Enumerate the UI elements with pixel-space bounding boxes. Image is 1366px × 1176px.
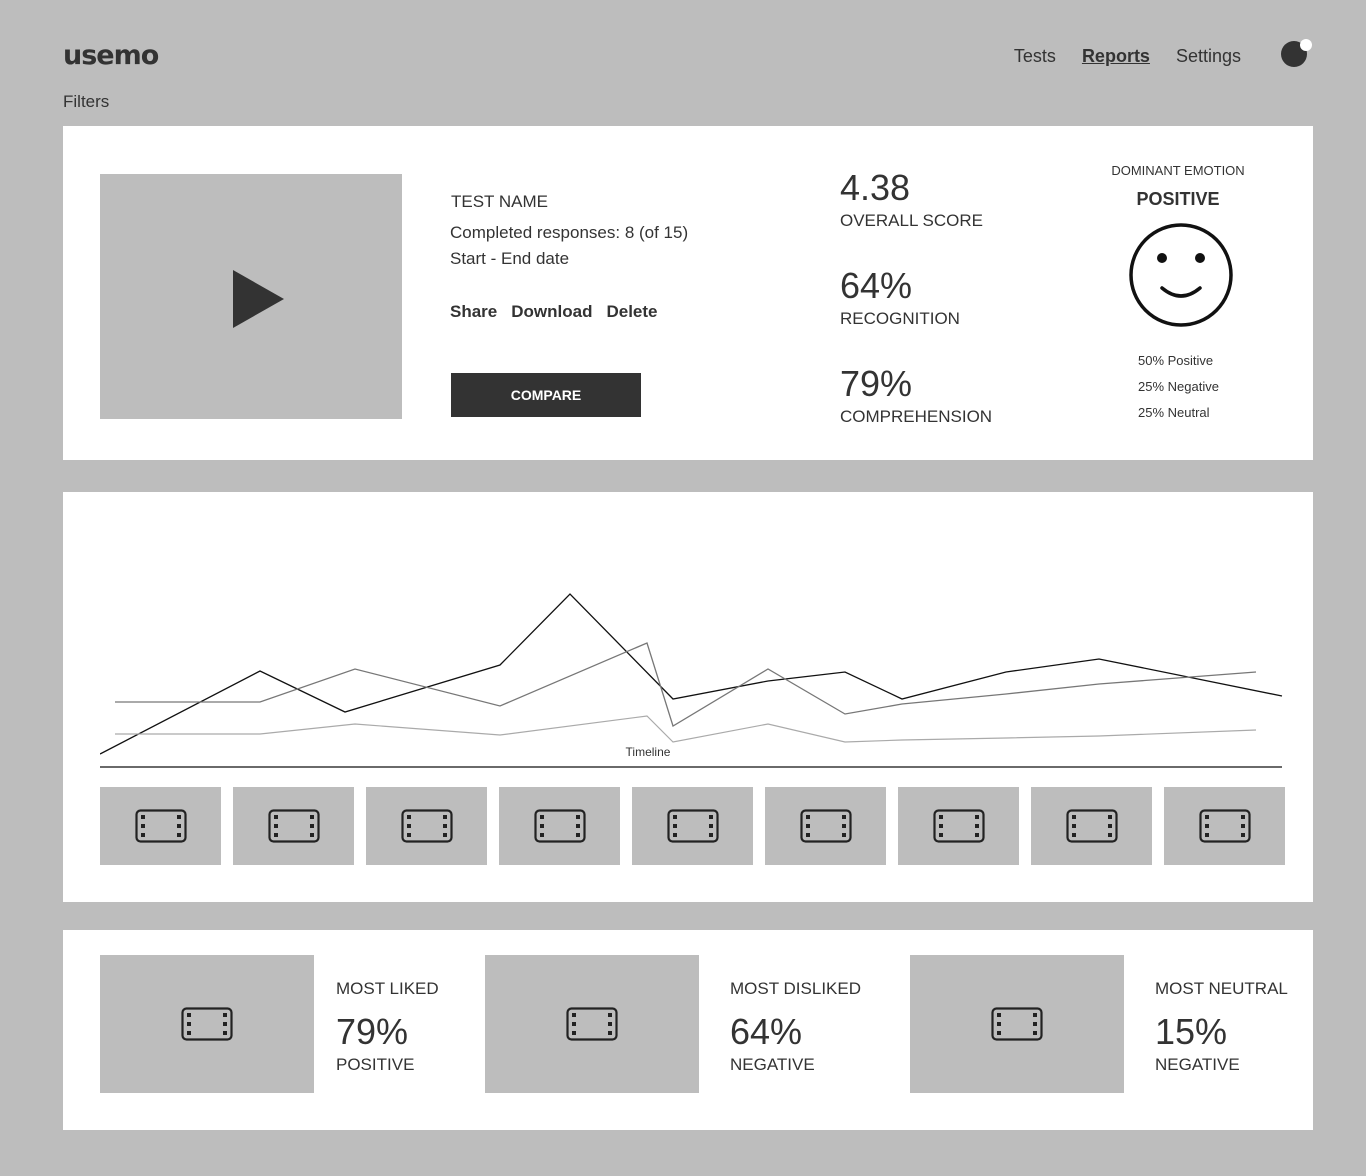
timeline-chart: Timeline [100,593,1283,768]
timeline-thumbnail[interactable] [499,787,620,865]
dominant-emotion-title: DOMINANT EMOTION [1111,163,1245,178]
dominant-emotion-value: POSITIVE [1136,189,1220,209]
summary-card: TEST NAME Completed responses: 8 (of 15)… [63,126,1313,460]
film-icon [533,809,586,843]
series-layer [100,593,1283,755]
timeline-card: Timeline [63,492,1313,902]
main-nav: Tests Reports Settings [1014,46,1241,67]
breakdown-negative: 25% Negative [1138,379,1219,394]
nav-reports[interactable]: Reports [1082,46,1150,67]
timeline-thumbnail[interactable] [366,787,487,865]
film-icon [991,1007,1043,1041]
timeline-thumbnail[interactable] [765,787,886,865]
metric-label: RECOGNITION [840,309,960,328]
series-line-3 [115,715,1257,743]
timeline-thumbnail[interactable] [1164,787,1285,865]
most-liked-emotion: POSITIVE [336,1055,415,1074]
most-disliked-value: 64% [730,1011,803,1052]
date-range: Start - End date [450,249,570,268]
breakdown-neutral: 25% Neutral [1138,405,1210,420]
metric-overall-score: 4.38 OVERALL SCORE [840,170,983,231]
smiley-icon [1129,223,1233,327]
most-neutral-value: 15% [1155,1011,1228,1052]
test-name: TEST NAME [451,192,548,211]
metric-recognition: 64% RECOGNITION [840,268,960,329]
download-link[interactable]: Download [511,302,592,322]
film-icon [932,809,985,843]
most-disliked-emotion: NEGATIVE [730,1055,815,1074]
nav-settings[interactable]: Settings [1176,46,1241,67]
film-icon [666,809,719,843]
most-liked-thumbnail[interactable] [100,955,314,1093]
timeline-thumbnail[interactable] [100,787,221,865]
film-icon [1198,809,1251,843]
filters-link[interactable]: Filters [63,92,109,112]
film-icon [400,809,453,843]
notification-dot [1300,39,1312,51]
timeline-thumbnail[interactable] [632,787,753,865]
metric-label: OVERALL SCORE [840,211,983,230]
delete-link[interactable]: Delete [606,302,657,322]
most-neutral-title: MOST NEUTRAL [1155,979,1288,998]
highlights-card: MOST LIKED 79% POSITIVE MOST DISLIKED 64… [63,930,1313,1130]
film-icon [267,809,320,843]
film-icon [134,809,187,843]
compare-button[interactable]: COMPARE [451,373,641,417]
report-actions: Share Download Delete [450,302,658,322]
video-player[interactable] [100,174,402,419]
series-line-2 [115,642,1257,727]
share-link[interactable]: Share [450,302,497,322]
x-axis-label: Timeline [626,745,671,759]
completed-responses: Completed responses: 8 (of 15) [450,223,689,242]
film-icon [566,1007,618,1041]
metric-value: 64% [840,265,913,306]
film-icon [799,809,852,843]
breakdown-positive: 50% Positive [1138,353,1214,368]
series-line-1 [100,593,1283,755]
metric-value: 79% [840,363,913,404]
most-disliked-title: MOST DISLIKED [730,979,861,998]
most-liked-title: MOST LIKED [336,979,439,998]
timeline-thumbnail[interactable] [1031,787,1152,865]
film-icon [1065,809,1118,843]
metric-comprehension: 79% COMPREHENSION [840,366,992,427]
most-neutral-thumbnail[interactable] [910,955,1124,1093]
nav-tests[interactable]: Tests [1014,46,1056,67]
film-icon [181,1007,233,1041]
most-neutral-emotion: NEGATIVE [1155,1055,1240,1074]
metric-value: 4.38 [840,167,911,208]
metric-label: COMPREHENSION [840,407,993,426]
most-disliked-thumbnail[interactable] [485,955,699,1093]
timeline-thumbnail[interactable] [233,787,354,865]
timeline-thumbnail[interactable] [898,787,1019,865]
play-icon[interactable] [233,270,284,328]
timeline-thumbnails [100,787,1285,865]
most-liked-value: 79% [336,1011,409,1052]
app-logo[interactable]: usemo [63,40,159,71]
